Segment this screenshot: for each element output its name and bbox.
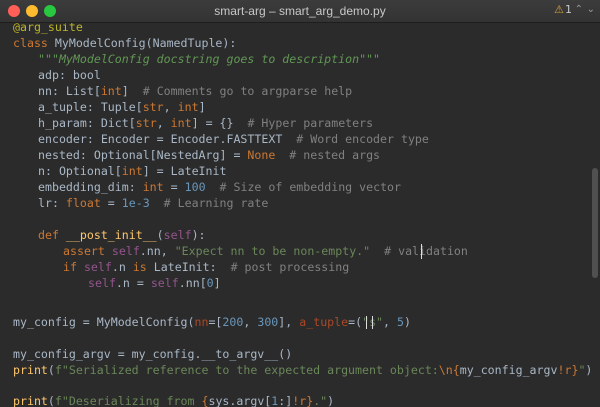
title-bar: smart-arg – smart_arg_demo.py ⚠1 ⌃ ⌄ xyxy=(0,0,600,23)
vertical-scrollbar[interactable] xyxy=(592,168,598,278)
code-line-17[interactable]: self.n = self.nn[0] xyxy=(88,275,221,291)
code-line-5[interactable]: nn: List[int] # Comments go to argparse … xyxy=(38,83,352,99)
code-line-4[interactable]: adp: bool xyxy=(38,67,101,83)
code-editor[interactable]: @arg_suite class MyModelConfig(NamedTupl… xyxy=(0,23,600,407)
code-line-8[interactable]: encoder: Encoder = Encoder.FASTTEXT # Wo… xyxy=(38,131,429,147)
editor-window: smart-arg – smart_arg_demo.py ⚠1 ⌃ ⌄ @ar… xyxy=(0,0,600,407)
text-cursor xyxy=(421,244,422,259)
code-line-22[interactable]: my_config_argv = my_config.__to_argv__() xyxy=(13,346,292,362)
code-line-7[interactable]: h_param: Dict[str, int] = {} # Hyper par… xyxy=(38,115,373,131)
next-highlight-icon[interactable]: ⌄ xyxy=(587,4,595,15)
code-line-6[interactable]: a_tuple: Tuple[str, int] xyxy=(38,99,206,115)
code-line-23[interactable]: print(f"Serialized reference to the expe… xyxy=(13,362,592,378)
code-line-10[interactable]: n: Optional[int] = LateInit xyxy=(38,163,226,179)
code-line-14[interactable]: def __post_init__(self): xyxy=(38,227,206,243)
code-line-15[interactable]: assert self.nn, "Expect nn to be non-emp… xyxy=(63,243,468,259)
code-line-1[interactable]: @arg_suite xyxy=(13,23,83,35)
warning-triangle-icon: ⚠ xyxy=(554,3,564,16)
code-line-11[interactable]: embedding_dim: int = 100 # Size of embed… xyxy=(38,179,401,195)
window-title: smart-arg – smart_arg_demo.py xyxy=(214,4,386,18)
code-line-9[interactable]: nested: Optional[NestedArg] = None # nes… xyxy=(38,147,380,163)
warning-count: 1 xyxy=(565,3,572,16)
code-line-12[interactable]: lr: float = 1e-3 # Learning rate xyxy=(38,195,268,211)
code-line-2[interactable]: class MyModelConfig(NamedTuple): xyxy=(13,35,236,51)
previous-highlight-icon[interactable]: ⌃ xyxy=(575,4,583,15)
inspection-warnings[interactable]: ⚠1 xyxy=(554,3,572,16)
code-line-3[interactable]: """MyModelConfig docstring goes to descr… xyxy=(38,51,380,67)
mouse-ibeam-cursor xyxy=(366,316,373,329)
code-line-16[interactable]: if self.n is LateInit: # post processing xyxy=(63,259,349,275)
code-line-20[interactable]: my_config = MyModelConfig(nn=[200, 300],… xyxy=(13,314,411,330)
code-line-25[interactable]: print(f"Deserializing from {sys.argv[1:]… xyxy=(13,393,334,407)
